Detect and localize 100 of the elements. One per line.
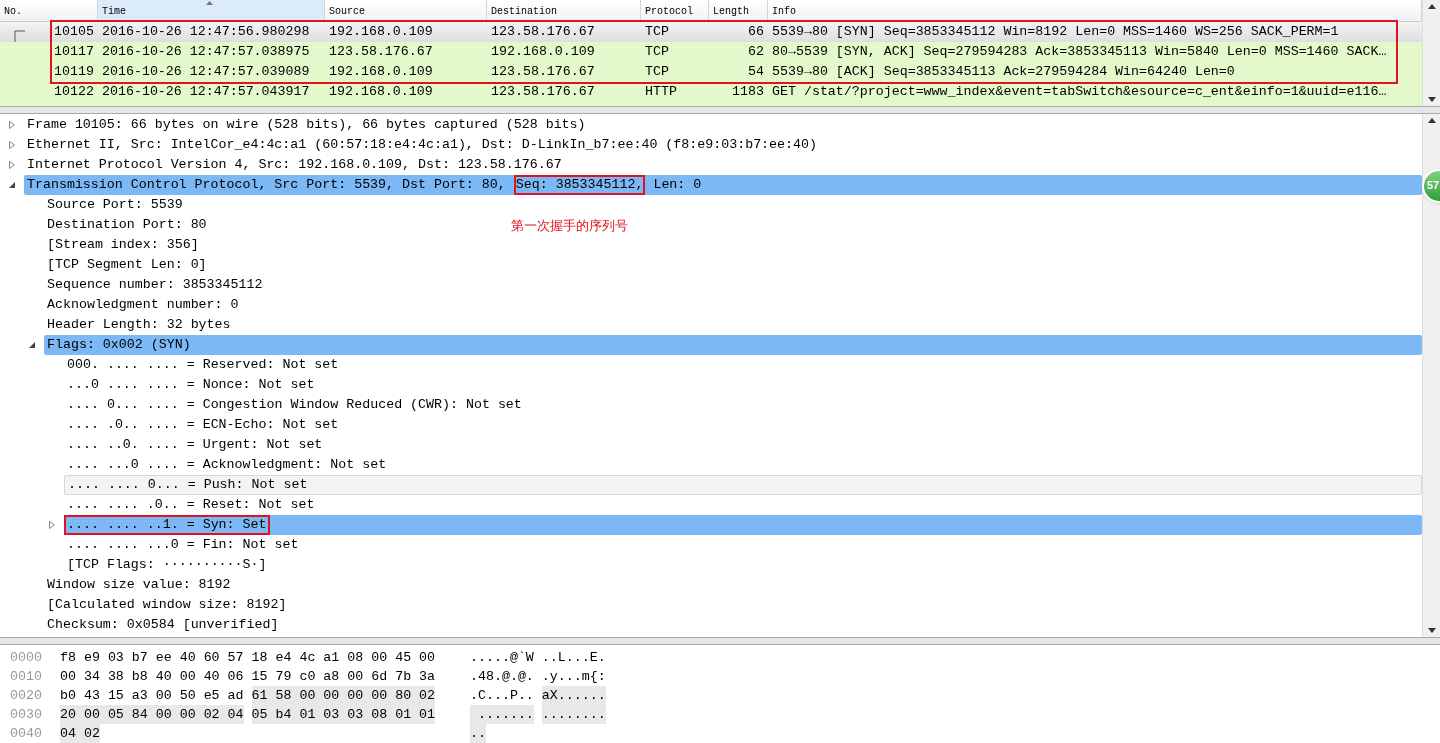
tree-text: Checksum: 0x0584 [unverified] bbox=[47, 615, 279, 634]
tree-text: [TCP Segment Len: 0] bbox=[47, 255, 207, 274]
tree-item[interactable]: .... ...0 .... = Acknowledgment: Not set bbox=[64, 454, 1422, 475]
tree-item[interactable]: Checksum: 0x0584 [unverified] bbox=[44, 614, 1422, 635]
table-cell-text: 54 bbox=[748, 63, 764, 82]
table-cell-text: 5539→80 [SYN] Seq=3853345112 Win=8192 Len=0 MSS=1460 WS=256 SACK_PERM=1 bbox=[772, 23, 1339, 42]
column-header[interactable]: Time bbox=[98, 0, 325, 21]
tree-item[interactable]: .... .... .0.. = Reset: Not set bbox=[64, 494, 1422, 515]
tree-item[interactable]: .... 0... .... = Congestion Window Reduced (CWR): Not set bbox=[64, 394, 1422, 415]
tree-item[interactable]: [TCP Flags: ··········S·] bbox=[64, 554, 1422, 575]
hex-bytes[interactable]: 04 02 bbox=[60, 723, 100, 743]
tree-text: .... .... 0... = Push: Not set bbox=[68, 475, 308, 494]
tree-text: Frame 10105: 66 bytes on wire (528 bits), 66 bytes captured (528 bits) bbox=[27, 115, 586, 134]
tree-item[interactable]: .... .... 0... = Push: Not set bbox=[64, 474, 1422, 495]
scrollbar[interactable] bbox=[1422, 0, 1440, 106]
table-cell-text: 123.58.176.67 bbox=[329, 43, 433, 62]
ascii-text[interactable]: .C...P.. bbox=[470, 685, 534, 706]
ascii-text[interactable]: .. bbox=[470, 723, 486, 743]
tree-item[interactable]: 000. .... .... = Reserved: Not set bbox=[64, 354, 1422, 375]
table-cell-text: 1183 bbox=[732, 83, 764, 102]
scroll-down-icon[interactable] bbox=[1427, 96, 1436, 102]
table-cell-text: 66 bbox=[748, 23, 764, 42]
tree-text: [Stream index: 356] bbox=[47, 235, 199, 254]
table-cell-text: 123.58.176.67 bbox=[491, 83, 595, 102]
hex-bytes[interactable]: 18 e4 4c a1 08 00 45 00 bbox=[251, 647, 436, 668]
collapse-icon[interactable] bbox=[8, 180, 16, 189]
column-header[interactable]: Source bbox=[325, 0, 487, 21]
tree-item[interactable]: Frame 10105: 66 bytes on wire (528 bits), 66 bytes captured (528 bits) bbox=[24, 114, 1422, 135]
tree-item[interactable]: Acknowledgment number: 0 bbox=[44, 294, 1422, 315]
table-cell-text: 2016-10-26 12:47:56.980298 bbox=[102, 23, 310, 42]
hex-bytes[interactable]: 15 79 c0 a8 00 6d 7b 3a bbox=[251, 666, 436, 687]
tree-text: ...0 .... .... = Nonce: Not set bbox=[67, 375, 315, 394]
tree-item[interactable]: .... .... ..1. = Syn: Set bbox=[64, 514, 1422, 535]
ascii-text[interactable]: ....... bbox=[470, 704, 534, 725]
tree-item[interactable]: .... .0.. .... = ECN-Echo: Not set bbox=[64, 414, 1422, 435]
hex-bytes[interactable]: f8 e9 03 b7 ee 40 60 57 bbox=[60, 647, 244, 668]
ascii-text[interactable]: aX...... bbox=[541, 685, 606, 706]
scroll-up-icon[interactable] bbox=[1427, 117, 1436, 123]
tree-text: Header Length: 32 bytes bbox=[47, 315, 231, 334]
scrollbar[interactable] bbox=[1422, 113, 1440, 637]
tree-text: Flags: 0x002 (SYN) bbox=[47, 335, 191, 354]
expand-icon[interactable] bbox=[8, 120, 16, 129]
column-header[interactable]: Destination bbox=[487, 0, 641, 21]
tree-text: .... .... ..1. = Syn: Set bbox=[64, 514, 270, 535]
hex-bytes[interactable]: 20 00 05 84 00 00 02 04 bbox=[60, 704, 244, 725]
tree-item[interactable]: Window size value: 8192 bbox=[44, 574, 1422, 595]
tree-item[interactable]: Transmission Control Protocol, Src Port: 5539, Dst Port: 80, Seq: 3853345112, Len: 0 bbox=[24, 174, 1422, 195]
table-cell-text: 2016-10-26 12:47:57.043917 bbox=[102, 83, 310, 102]
packet-row[interactable]: 10105 2016-10-26 12:47:56.980298 192.168.0.109 123.58.176.67 TCP 66 5539→80 [SYN] Seq=3853345112 Win=8192 Len=0 MSS=1460 WS=256 SACK_PERM=1 bbox=[0, 22, 1422, 42]
tree-item[interactable]: [Calculated window size: 8192] bbox=[44, 594, 1422, 615]
tree-text: 000. .... .... = Reserved: Not set bbox=[67, 355, 339, 374]
tree-item[interactable]: Source Port: 5539 bbox=[44, 194, 1422, 215]
ascii-text[interactable]: .....@`W bbox=[470, 647, 534, 668]
expand-icon[interactable] bbox=[8, 160, 16, 169]
tree-text: Transmission Control Protocol, Src Port: 5539, Dst Port: 80, bbox=[27, 175, 507, 194]
tree-item[interactable]: Internet Protocol Version 4, Src: 192.168.0.109, Dst: 123.58.176.67 bbox=[24, 154, 1422, 175]
byte-offset: 0000 bbox=[9, 648, 43, 667]
tree-item[interactable]: ...0 .... .... = Nonce: Not set bbox=[64, 374, 1422, 395]
expand-icon[interactable] bbox=[48, 520, 56, 529]
table-cell-text: TCP bbox=[645, 43, 669, 62]
tree-text: [Calculated window size: 8192] bbox=[47, 595, 287, 614]
tree-item[interactable]: Ethernet II, Src: IntelCor_e4:4c:a1 (60:57:18:e4:4c:a1), Dst: D-LinkIn_b7:ee:40 (f8:e9:03:b7:ee:40) bbox=[24, 134, 1422, 155]
tree-text: .... ..0. .... = Urgent: Not set bbox=[67, 435, 323, 454]
tree-item[interactable]: .... .... ...0 = Fin: Not set bbox=[64, 534, 1422, 555]
scroll-up-icon[interactable] bbox=[1427, 4, 1436, 9]
tree-text: .... .0.. .... = ECN-Echo: Not set bbox=[67, 415, 339, 434]
table-cell-text: 192.168.0.109 bbox=[491, 43, 595, 62]
collapse-icon[interactable] bbox=[28, 340, 36, 349]
tree-item[interactable]: Header Length: 32 bytes bbox=[44, 314, 1422, 335]
ascii-text[interactable]: .48.@.@. bbox=[470, 666, 534, 687]
tree-item[interactable]: Flags: 0x002 (SYN) bbox=[44, 334, 1422, 355]
byte-offset: 0020 bbox=[9, 686, 43, 705]
scroll-down-icon[interactable] bbox=[1427, 628, 1436, 633]
column-header[interactable]: Protocol bbox=[641, 0, 709, 21]
tree-item[interactable]: [TCP Segment Len: 0] bbox=[44, 254, 1422, 275]
column-header[interactable]: Length bbox=[709, 0, 768, 21]
table-cell-text: TCP bbox=[645, 23, 669, 42]
hex-bytes[interactable]: 61 58 00 00 00 00 80 02 bbox=[251, 685, 436, 706]
table-cell-text: 192.168.0.109 bbox=[329, 63, 433, 82]
tree-text: Ethernet II, Src: IntelCor_e4:4c:a1 (60:57:18:e4:4c:a1), Dst: D-LinkIn_b7:ee:40 (f8:e9:03:b7:ee:40) bbox=[27, 135, 817, 154]
table-cell-text: GET /stat/?project=www_index&event=tabSwitch&esource=c_ent&einfo=1&uuid=e116… bbox=[772, 83, 1387, 102]
expand-icon[interactable] bbox=[8, 140, 16, 149]
tree-item[interactable]: Destination Port: 80 第一次握手的序列号 bbox=[44, 214, 1422, 235]
tree-item[interactable]: .... ..0. .... = Urgent: Not set bbox=[64, 434, 1422, 455]
tree-item[interactable]: Sequence number: 3853345112 bbox=[44, 274, 1422, 295]
hex-bytes[interactable]: 00 34 38 b8 40 00 40 06 bbox=[60, 666, 244, 687]
table-cell-text: 10105 bbox=[54, 23, 94, 42]
tree-text: Acknowledgment number: 0 bbox=[47, 295, 239, 314]
ascii-text[interactable]: ..L...E. bbox=[541, 647, 606, 668]
hex-bytes[interactable]: b0 43 15 a3 00 50 e5 ad bbox=[60, 685, 244, 706]
byte-offset: 0010 bbox=[9, 667, 43, 686]
ascii-text[interactable]: .y...m{: bbox=[541, 666, 606, 687]
hex-bytes[interactable]: 05 b4 01 03 03 08 01 01 bbox=[251, 704, 436, 725]
table-cell-text: TCP bbox=[645, 63, 669, 82]
table-cell-text: 80→5539 [SYN, ACK] Seq=279594283 Ack=3853345113 Win=5840 Len=0 MSS=1460 SACK… bbox=[772, 43, 1387, 62]
table-cell-text: 192.168.0.109 bbox=[329, 23, 433, 42]
tree-item[interactable]: [Stream index: 356] bbox=[44, 234, 1422, 255]
ascii-text[interactable]: ........ bbox=[541, 704, 606, 725]
table-cell-text: 10122 bbox=[54, 83, 94, 102]
tree-text: .... .... .0.. = Reset: Not set bbox=[67, 495, 315, 514]
